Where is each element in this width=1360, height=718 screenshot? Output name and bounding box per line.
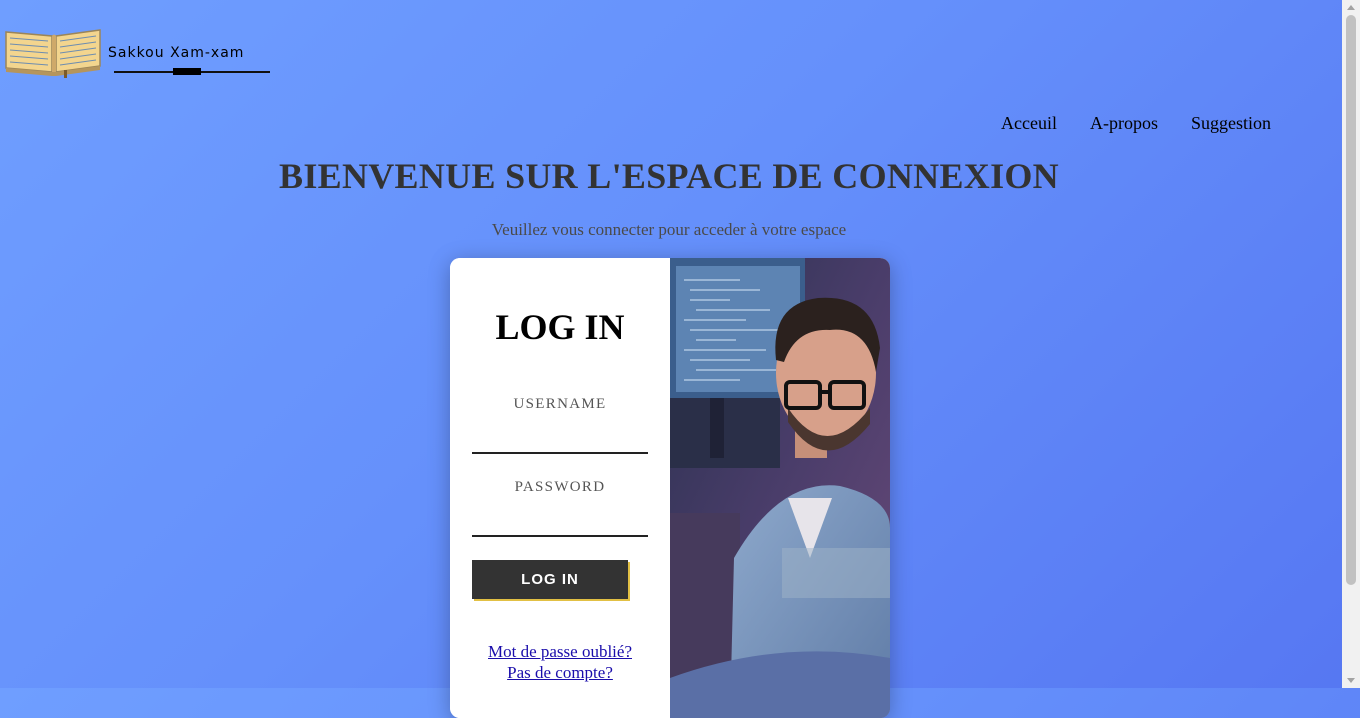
brand-underline-marker [173, 68, 201, 75]
main-nav: Acceuil A-propos Suggestion [1001, 113, 1271, 134]
scroll-down-arrow-icon[interactable] [1347, 678, 1355, 683]
brand-name: Sakkou Xam-xam [108, 45, 245, 61]
nav-link-acceuil[interactable]: Acceuil [1001, 113, 1057, 134]
scrollbar-thumb[interactable] [1346, 15, 1356, 585]
scroll-up-arrow-icon[interactable] [1347, 5, 1355, 10]
brand-logo[interactable]: Sakkou Xam-xam [4, 26, 274, 82]
nav-link-a-propos[interactable]: A-propos [1090, 113, 1158, 134]
page-scrollbar[interactable] [1342, 0, 1360, 688]
password-label: PASSWORD [514, 479, 606, 495]
forgot-password-link[interactable]: Mot de passe oublié? [450, 642, 670, 662]
password-input[interactable] [472, 509, 648, 537]
developer-photo [670, 258, 890, 718]
page-subtitle: Veuillez vous connecter pour acceder à v… [491, 220, 847, 239]
login-title: LOG IN [495, 307, 625, 347]
page-title: BIENVENUE SUR L'ESPACE DE CONNEXION [279, 156, 1059, 196]
signup-link[interactable]: Pas de compte? [450, 663, 670, 683]
login-form: LOG IN USERNAME PASSWORD LOG IN Mot de p… [450, 258, 670, 718]
username-label: USERNAME [513, 396, 607, 412]
nav-link-suggestion[interactable]: Suggestion [1191, 113, 1271, 134]
open-book-icon [5, 29, 101, 78]
username-input[interactable] [472, 426, 648, 454]
login-card: LOG IN USERNAME PASSWORD LOG IN Mot de p… [450, 258, 890, 718]
login-button[interactable]: LOG IN [472, 560, 628, 599]
